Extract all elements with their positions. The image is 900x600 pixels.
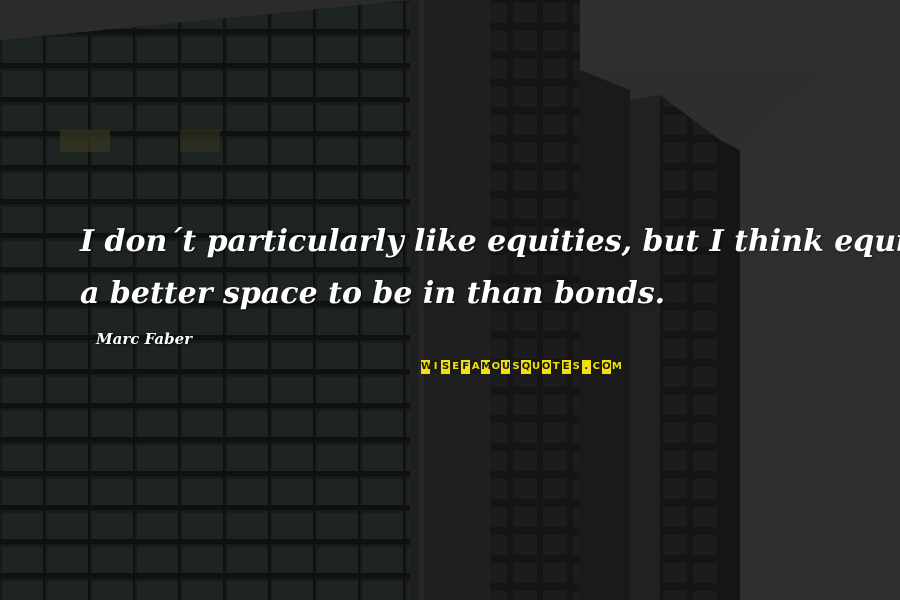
- logo-letter: O: [601, 360, 611, 374]
- logo-letter: W: [421, 360, 431, 374]
- logo-letter: A: [471, 360, 481, 374]
- logo-letter: U: [531, 360, 541, 374]
- logo-letter: S: [441, 360, 451, 374]
- quote-line-2: a better space to be in than bonds.: [80, 276, 666, 311]
- logo-letter: Q: [521, 360, 531, 374]
- logo-letter: E: [561, 360, 571, 374]
- logo-letter: S: [571, 360, 581, 374]
- wisefamousquotes-logo: WISEFAMOUSQUOTES.COM: [421, 360, 621, 374]
- logo-letter: E: [451, 360, 461, 374]
- quote-author: Marc Faber: [96, 330, 193, 348]
- quote-image: I don´t particularly like equities, but …: [0, 0, 900, 600]
- logo-letter: U: [501, 360, 511, 374]
- logo-letter: M: [611, 360, 621, 374]
- logo-letter: .: [581, 360, 591, 374]
- logo-letter: O: [541, 360, 551, 374]
- logo-letter: C: [591, 360, 601, 374]
- quote-text: I don´t particularly like equities, but …: [80, 216, 900, 320]
- logo-letter: O: [491, 360, 501, 374]
- logo-letter: T: [551, 360, 561, 374]
- logo-letter: I: [431, 360, 441, 374]
- logo-letter: S: [511, 360, 521, 374]
- logo-letter: F: [461, 360, 471, 374]
- logo-letter: M: [481, 360, 491, 374]
- quote-line-1: I don´t particularly like equities, but …: [80, 224, 900, 259]
